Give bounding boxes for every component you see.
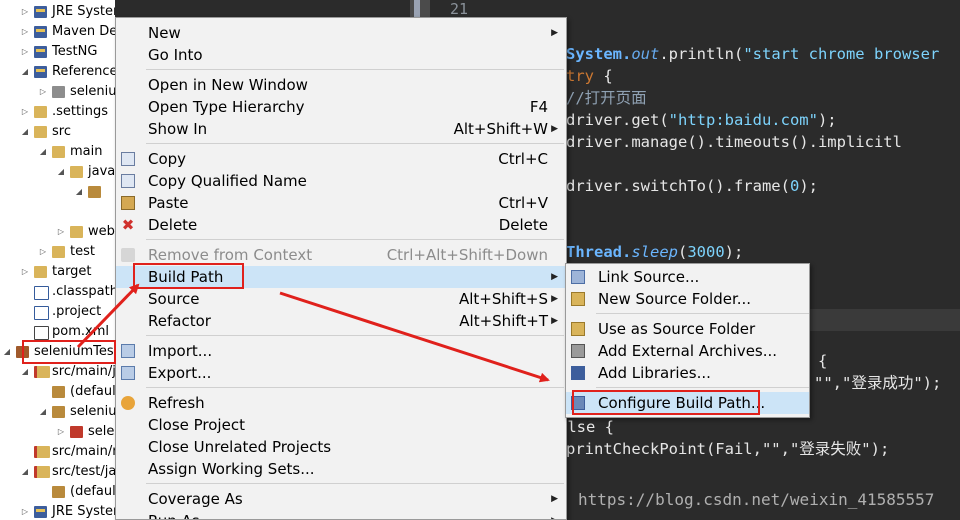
highlight-box-configure-build-path	[572, 390, 760, 415]
arrow-to-configure-build-path	[279, 291, 550, 383]
highlight-box-build-path	[133, 263, 244, 289]
highlight-box-project	[22, 340, 116, 364]
watermark: https://blog.csdn.net/weixin_41585557	[578, 490, 935, 509]
arrow-to-build-path	[76, 283, 140, 349]
annotation-arrows	[76, 283, 550, 383]
